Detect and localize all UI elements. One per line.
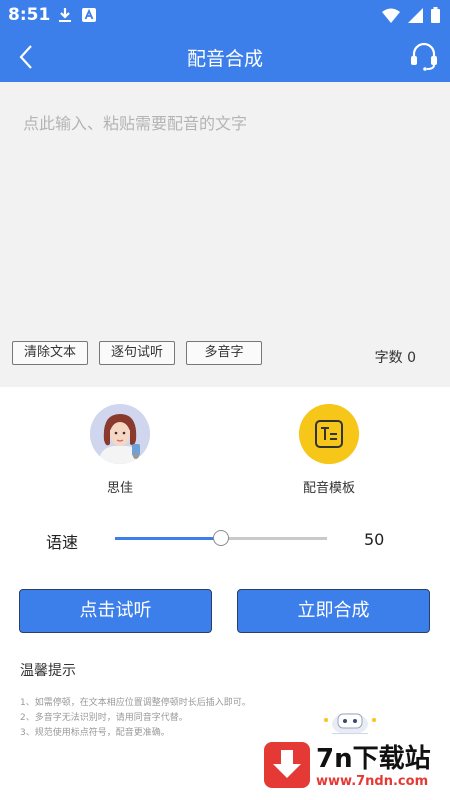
template-selector[interactable]: 配音模板	[284, 404, 374, 496]
signal-icon	[408, 7, 423, 23]
battery-icon	[431, 7, 440, 23]
synthesize-button[interactable]: 立即合成	[237, 589, 430, 633]
customer-service-button[interactable]	[410, 41, 438, 71]
template-label: 配音模板	[302, 481, 355, 496]
text-input-placeholder: 点此输入、粘贴需要配音的文字	[23, 114, 248, 133]
page-title: 配音合成	[186, 48, 263, 70]
template-icon	[299, 404, 359, 464]
tip-item: 1、如需停顿，在文本相应位置调整停顿时长后插入即可。	[20, 698, 251, 708]
tip-item: 3、规范使用标点符号，配音更准确。	[20, 728, 170, 738]
sentence-preview-button[interactable]: 逐句试听	[99, 341, 175, 365]
speed-label: 语速	[46, 533, 79, 552]
clear-text-button[interactable]: 清除文本	[12, 341, 88, 365]
speed-value: 50	[364, 530, 385, 549]
status-left-icons	[58, 7, 96, 23]
preview-button[interactable]: 点击试听	[19, 589, 212, 633]
avatar-icon	[90, 404, 150, 464]
headset-icon	[411, 42, 437, 71]
watermark-url: www.7ndn.com	[316, 774, 429, 789]
template-icon-wrapper	[299, 404, 359, 464]
watermark: 7n下载站 www.7ndn.com	[254, 734, 450, 800]
speed-slider[interactable]	[115, 530, 327, 546]
app-bar: 配音合成	[0, 32, 450, 82]
speed-slider-thumb[interactable]	[213, 530, 229, 546]
status-bar: 8:51	[0, 0, 450, 32]
tip-item: 2、多音字无法识别时，请用同音字代替。	[20, 713, 188, 723]
avatar	[90, 404, 150, 464]
voice-name-label: 思佳	[106, 481, 133, 496]
download-icon	[59, 8, 71, 22]
watermark-title: 7n下载站	[316, 744, 431, 774]
status-time: 8:51	[8, 5, 51, 25]
text-input-area[interactable]: 点此输入、粘贴需要配音的文字 清除文本 逐句试听 多音字 字数 0	[0, 82, 450, 387]
tips-list: 1、如需停顿，在文本相应位置调整停顿时长后插入即可。 2、多音字无法识别时，请用…	[20, 696, 251, 741]
robot-mascot-icon	[324, 713, 376, 735]
app-a-icon	[82, 8, 96, 22]
speed-slider-fill	[115, 537, 221, 540]
voice-selector[interactable]: 思佳	[75, 404, 165, 496]
watermark-logo	[264, 742, 310, 788]
download-arrow-icon	[273, 750, 301, 778]
polyphone-button[interactable]: 多音字	[186, 341, 262, 365]
wifi-icon	[382, 8, 400, 23]
word-count: 字数 0	[374, 350, 416, 366]
status-right-icons	[382, 7, 440, 23]
tips-title: 温馨提示	[20, 663, 76, 679]
